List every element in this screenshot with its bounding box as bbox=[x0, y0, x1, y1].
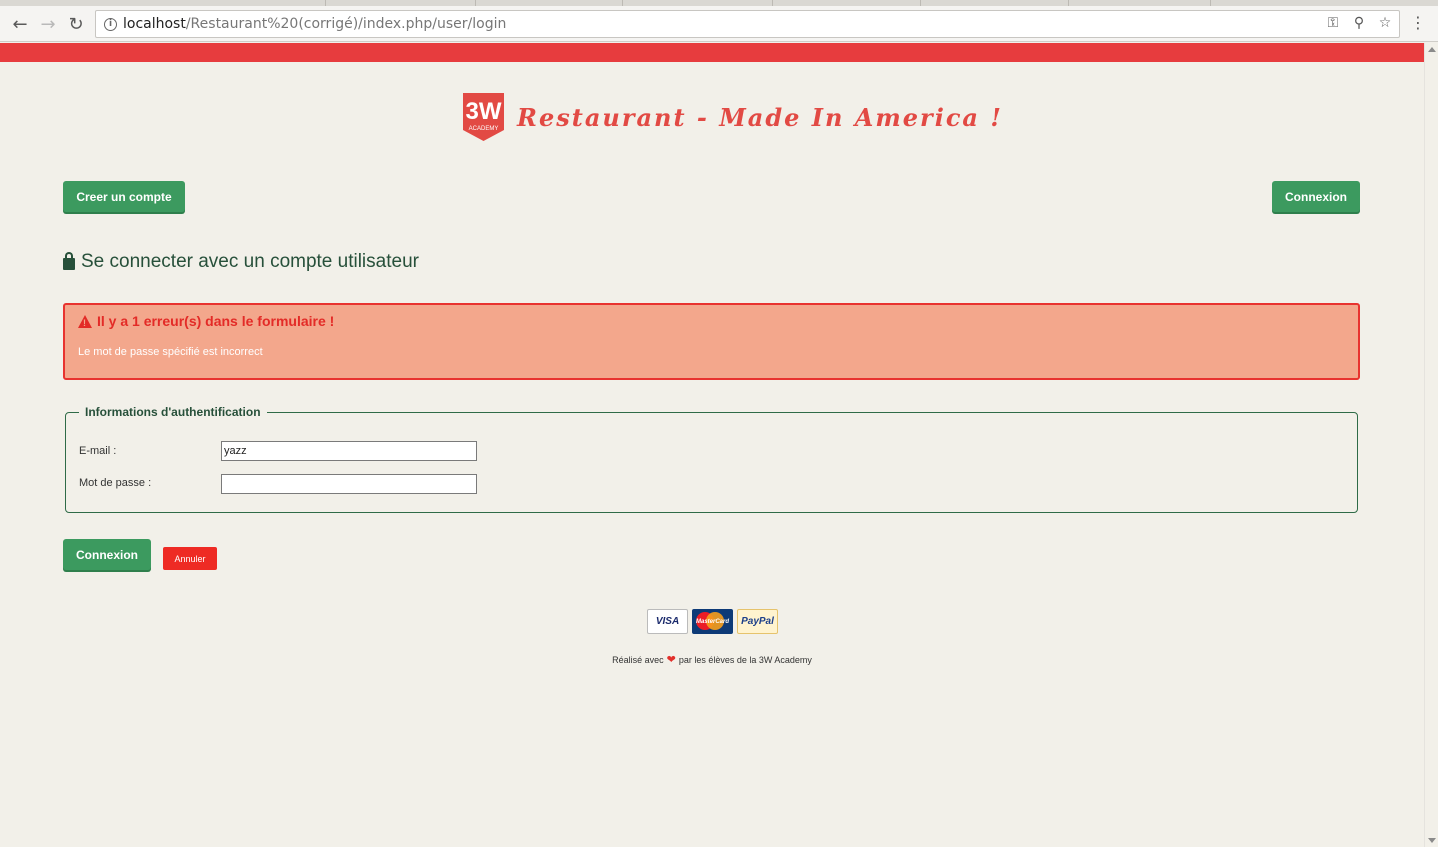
info-icon[interactable]: i bbox=[104, 17, 117, 31]
logo-text: 3W bbox=[466, 98, 502, 125]
scroll-up-icon[interactable] bbox=[1428, 47, 1436, 52]
footer-text-after: par les élèves de la 3W Academy bbox=[678, 655, 812, 665]
cancel-button[interactable]: Annuler bbox=[163, 547, 217, 570]
alert-title-text: Il y a 1 erreur(s) dans le formulaire ! bbox=[97, 313, 335, 329]
error-alert: ! Il y a 1 erreur(s) dans le formulaire … bbox=[63, 303, 1360, 380]
alert-message: Le mot de passe spécifié est incorrect bbox=[78, 346, 263, 358]
reload-icon[interactable]: ↻ bbox=[65, 13, 87, 35]
site-header[interactable]: 3W ACADEMY Restaurant - Made In America … bbox=[462, 92, 1003, 142]
alert-title: ! Il y a 1 erreur(s) dans le formulaire … bbox=[78, 313, 334, 329]
page-title-text: Se connecter avec un compte utilisateur bbox=[81, 251, 419, 272]
top-red-bar bbox=[0, 43, 1424, 62]
email-field[interactable] bbox=[221, 441, 477, 461]
address-bar[interactable]: i localhost/Restaurant%20(corrigé)/index… bbox=[95, 10, 1400, 38]
url-text[interactable]: localhost/Restaurant%20(corrigé)/index.p… bbox=[123, 16, 506, 32]
warning-icon: ! bbox=[78, 314, 92, 328]
browser-toolbar: ← → ↻ i localhost/Restaurant%20(corrigé)… bbox=[0, 6, 1438, 42]
scroll-down-icon[interactable] bbox=[1428, 838, 1436, 843]
menu-kebab-icon[interactable]: ⋮ bbox=[1410, 14, 1426, 32]
create-account-button[interactable]: Creer un compte bbox=[63, 181, 185, 212]
page-title: Se connecter avec un compte utilisateur bbox=[63, 251, 419, 273]
header-login-button[interactable]: Connexion bbox=[1272, 181, 1360, 212]
password-field[interactable] bbox=[221, 474, 477, 494]
url-path: /Restaurant%20(corrigé)/index.php/user/l… bbox=[185, 16, 507, 32]
site-title[interactable]: Restaurant - Made In America ! bbox=[517, 103, 1003, 132]
forward-arrow-icon[interactable]: → bbox=[37, 13, 59, 35]
page-scrollbar[interactable] bbox=[1424, 43, 1438, 847]
footer-text-before: Réalisé avec bbox=[612, 655, 664, 665]
mastercard-icon: MasterCard bbox=[692, 609, 733, 634]
password-label: Mot de passe : bbox=[79, 477, 152, 489]
fieldset-legend: Informations d'authentification bbox=[85, 405, 261, 419]
3w-academy-logo[interactable]: 3W ACADEMY bbox=[462, 92, 505, 142]
paypal-icon: PayPal bbox=[737, 609, 778, 634]
lock-icon bbox=[63, 252, 75, 270]
footer-credits: Réalisé avec ❤ par les élèves de la 3W Aca… bbox=[0, 653, 1424, 666]
heart-icon: ❤ bbox=[666, 654, 676, 666]
mastercard-label: MasterCard bbox=[695, 618, 729, 625]
zoom-icon[interactable]: ⚲ bbox=[1351, 15, 1367, 31]
key-icon[interactable]: ⚿ bbox=[1325, 15, 1341, 31]
auth-fieldset: Informations d'authentification E-mail :… bbox=[65, 405, 1358, 513]
url-host: localhost bbox=[123, 16, 186, 32]
page-content: 3W ACADEMY Restaurant - Made In America … bbox=[0, 43, 1424, 847]
email-label: E-mail : bbox=[79, 445, 117, 457]
payment-methods: VISA MasterCard PayPal bbox=[647, 609, 778, 634]
back-arrow-icon[interactable]: ← bbox=[9, 13, 31, 35]
submit-login-button[interactable]: Connexion bbox=[63, 539, 151, 570]
visa-card-icon: VISA bbox=[647, 609, 688, 634]
star-icon[interactable]: ☆ bbox=[1377, 15, 1393, 31]
logo-subtext: ACADEMY bbox=[469, 126, 499, 132]
